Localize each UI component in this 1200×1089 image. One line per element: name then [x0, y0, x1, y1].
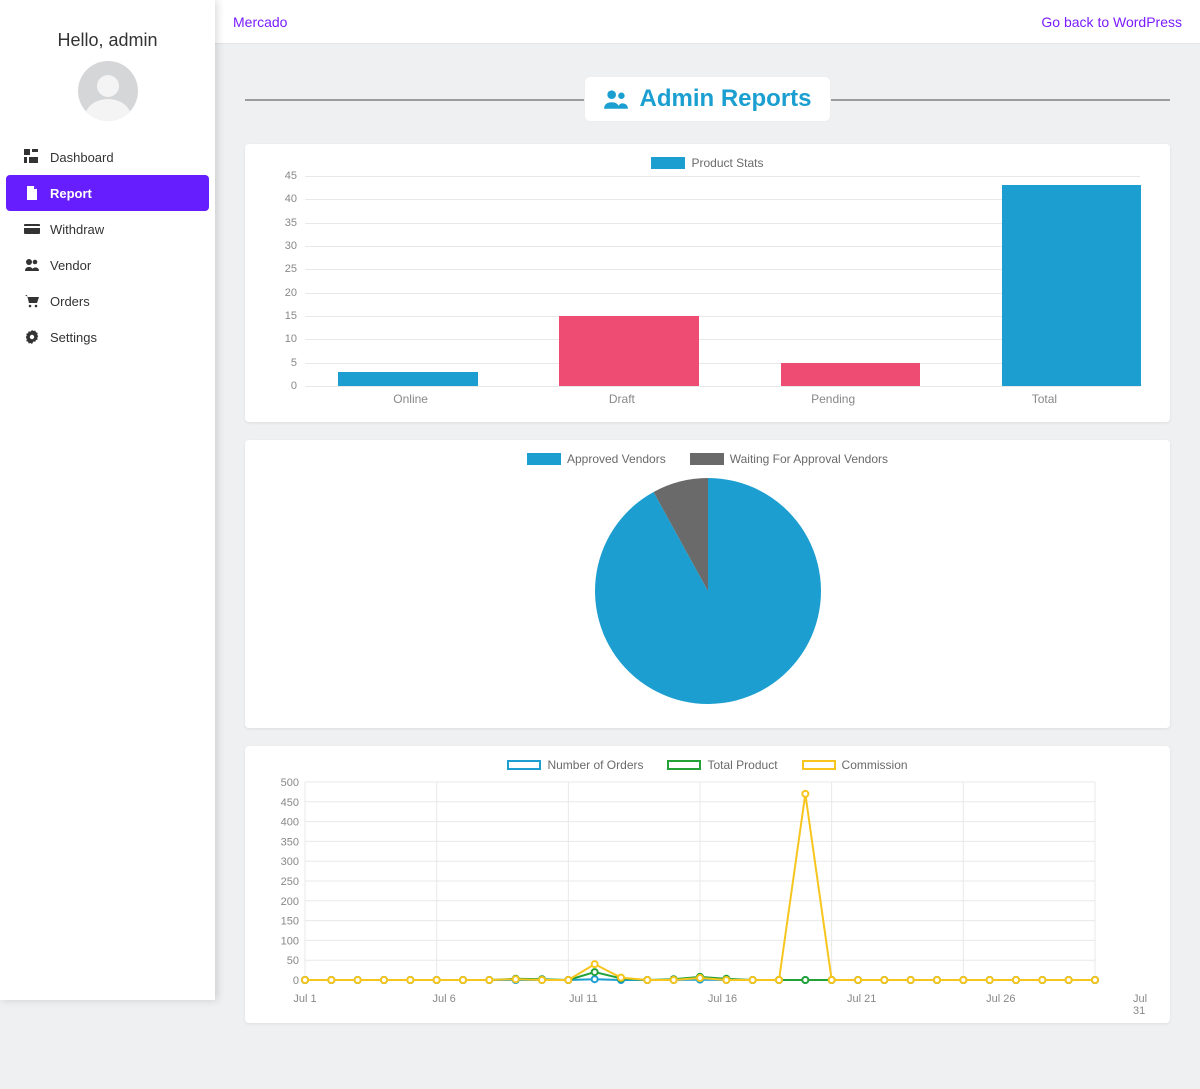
svg-text:0: 0	[293, 975, 299, 987]
svg-text:150: 150	[281, 916, 299, 928]
sidebar-item-label: Vendor	[50, 258, 91, 273]
brand-link[interactable]: Mercado	[233, 14, 287, 30]
svg-text:50: 50	[287, 955, 299, 967]
sidebar-item-settings[interactable]: Settings	[6, 319, 209, 355]
sidebar-item-orders[interactable]: Orders	[6, 283, 209, 319]
sidebar-item-label: Orders	[50, 294, 90, 309]
dashboard-icon	[24, 149, 40, 165]
svg-text:200: 200	[281, 896, 299, 908]
svg-text:300: 300	[281, 856, 299, 868]
svg-text:100: 100	[281, 935, 299, 947]
vendor-icon	[24, 257, 40, 273]
sidebar-item-label: Report	[50, 186, 92, 201]
product-stats-bar-chart: 051015202530354045	[265, 176, 1150, 386]
sidebar-item-vendor[interactable]: Vendor	[6, 247, 209, 283]
page-title-row: Admin Reports	[245, 74, 1170, 124]
sidebar-item-report[interactable]: Report	[6, 175, 209, 211]
bar-legend: Product Stats	[265, 156, 1150, 170]
sidebar: Hello, admin Dashboard Report Withdraw V…	[0, 0, 215, 1000]
orders-line-chart: 050100150200250300350400450500 Jul 1Jul …	[265, 778, 1150, 993]
users-icon	[603, 88, 629, 110]
pie-legend: Approved VendorsWaiting For Approval Ven…	[265, 452, 1150, 466]
vendors-pie-card: Approved VendorsWaiting For Approval Ven…	[245, 440, 1170, 728]
sidebar-item-label: Settings	[50, 330, 97, 345]
svg-text:500: 500	[281, 778, 299, 789]
sidebar-item-label: Dashboard	[50, 150, 114, 165]
svg-text:250: 250	[281, 876, 299, 888]
cart-icon	[24, 293, 40, 309]
product-stats-card: Product Stats 051015202530354045 OnlineD…	[245, 144, 1170, 422]
avatar	[78, 61, 138, 121]
line-xticks: Jul 1Jul 6Jul 11Jul 16Jul 21Jul 26Jul 31	[305, 993, 1140, 1007]
vendors-pie-chart	[595, 478, 821, 704]
svg-text:400: 400	[281, 817, 299, 829]
sidebar-item-dashboard[interactable]: Dashboard	[6, 139, 209, 175]
greeting: Hello, admin	[0, 0, 215, 61]
sidebar-nav: Dashboard Report Withdraw Vendor Orders …	[0, 139, 215, 355]
line-legend: Number of OrdersTotal ProductCommission	[265, 758, 1150, 772]
svg-text:450: 450	[281, 797, 299, 809]
page-title: Admin Reports	[639, 85, 811, 113]
content: Admin Reports Product Stats 051015202530…	[215, 44, 1200, 1089]
orders-line-card: Number of OrdersTotal ProductCommission …	[245, 746, 1170, 1023]
page-title-badge: Admin Reports	[584, 76, 830, 122]
sidebar-item-withdraw[interactable]: Withdraw	[6, 211, 209, 247]
settings-icon	[24, 329, 40, 345]
topbar: Mercado Go back to WordPress	[215, 0, 1200, 44]
sidebar-item-label: Withdraw	[50, 222, 104, 237]
report-icon	[24, 185, 40, 201]
bar-legend-label: Product Stats	[691, 156, 763, 170]
withdraw-icon	[24, 221, 40, 237]
back-to-wordpress-link[interactable]: Go back to WordPress	[1041, 14, 1182, 30]
bar-category-labels: OnlineDraftPendingTotal	[305, 386, 1150, 406]
svg-text:350: 350	[281, 836, 299, 848]
